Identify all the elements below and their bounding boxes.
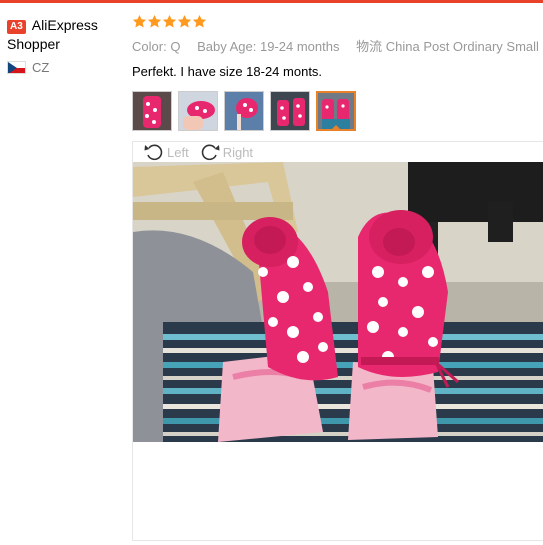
rotate-right-icon bbox=[201, 144, 220, 161]
star-icon bbox=[147, 14, 162, 28]
star-icon bbox=[132, 14, 147, 28]
attr-value-baby-age: 19-24 months bbox=[259, 39, 340, 54]
attr-value-color: Q bbox=[170, 39, 181, 54]
attr-label-baby-age: Baby Age: bbox=[197, 39, 257, 54]
star-rating bbox=[132, 14, 543, 32]
rotate-left-button[interactable]: Left bbox=[143, 142, 189, 162]
star-icon bbox=[162, 14, 177, 28]
country-code: CZ bbox=[32, 60, 50, 75]
attr-label-shipping: 物流 bbox=[356, 39, 383, 54]
buyer-level-badge: A3 bbox=[7, 20, 26, 34]
review-body: Color: Q Baby Age: 19-24 months 物流 China… bbox=[132, 14, 543, 131]
top-accent-bar bbox=[0, 0, 543, 3]
attr-label-color: Color: bbox=[132, 39, 167, 54]
active-indicator-arrow bbox=[331, 125, 341, 129]
rotate-right-label: Right bbox=[222, 144, 254, 160]
czech-flag-icon bbox=[7, 61, 26, 74]
star-icon bbox=[177, 14, 192, 28]
reviewer-info: A3 AliExpress Shopper CZ bbox=[7, 16, 125, 75]
photo-thumbnail[interactable] bbox=[178, 91, 218, 131]
photo-viewer: Left Right bbox=[132, 141, 543, 541]
photo-thumbnail[interactable] bbox=[270, 91, 310, 131]
photo-thumbnail[interactable] bbox=[132, 91, 172, 131]
order-attributes: Color: Q Baby Age: 19-24 months 物流 China… bbox=[132, 39, 543, 55]
photo-thumbnail[interactable] bbox=[224, 91, 264, 131]
rotate-toolbar: Left Right bbox=[133, 142, 543, 162]
attr-value-shipping: China Post Ordinary Small bbox=[385, 39, 539, 54]
reviewer-country: CZ bbox=[7, 60, 125, 75]
rotate-left-icon bbox=[144, 144, 163, 161]
review-photo bbox=[133, 162, 543, 442]
star-icon bbox=[192, 14, 207, 28]
review-text: Perfekt. I have size 18-24 monts. bbox=[132, 64, 323, 79]
photo-thumbnails bbox=[132, 91, 543, 131]
rotate-left-label: Left bbox=[167, 144, 189, 160]
photo-thumbnail-active[interactable] bbox=[316, 91, 356, 131]
reviewer-name-line: A3 AliExpress Shopper bbox=[7, 16, 125, 54]
rotate-right-button[interactable]: Right bbox=[199, 142, 253, 162]
